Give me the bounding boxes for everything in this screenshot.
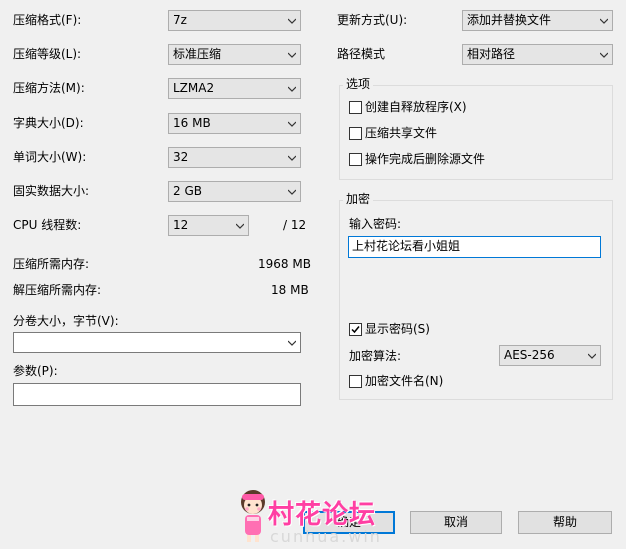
chevron-down-icon bbox=[288, 155, 296, 161]
method-select[interactable]: LZMA2 bbox=[168, 78, 301, 99]
threads-label: CPU 线程数: bbox=[13, 218, 82, 232]
level-label: 压缩等级(L): bbox=[13, 47, 82, 61]
chevron-down-icon bbox=[588, 353, 596, 359]
path-select[interactable]: 相对路径 bbox=[462, 44, 613, 65]
dict-value: 16 MB bbox=[173, 116, 211, 130]
checkmark-icon bbox=[351, 326, 360, 334]
chevron-down-icon bbox=[600, 18, 608, 24]
opt-shared-checkbox[interactable] bbox=[349, 127, 362, 140]
show-password-label: 显示密码(S) bbox=[365, 322, 430, 336]
dict-select[interactable]: 16 MB bbox=[168, 113, 301, 134]
split-select[interactable] bbox=[13, 332, 301, 353]
update-label: 更新方式(U): bbox=[337, 13, 408, 27]
dict-label: 字典大小(D): bbox=[13, 116, 84, 130]
word-value: 32 bbox=[173, 150, 189, 164]
format-value: 7z bbox=[173, 13, 187, 27]
chevron-down-icon bbox=[236, 223, 244, 229]
threads-max: / 12 bbox=[283, 218, 307, 232]
chevron-down-icon bbox=[288, 121, 296, 127]
update-select[interactable]: 添加并替换文件 bbox=[462, 10, 613, 31]
mem-compress-label: 压缩所需内存: bbox=[13, 257, 90, 271]
enc-method-label: 加密算法: bbox=[349, 349, 402, 363]
solid-select[interactable]: 2 GB bbox=[168, 181, 301, 202]
chevron-down-icon bbox=[288, 86, 296, 92]
opt-delete-label: 操作完成后删除源文件 bbox=[365, 152, 486, 166]
encryption-title: 加密 bbox=[343, 192, 374, 206]
split-label: 分卷大小，字节(V): bbox=[13, 314, 119, 328]
mem-compress-value: 1968 MB bbox=[258, 257, 311, 271]
mem-decompress-value: 18 MB bbox=[271, 283, 309, 297]
method-value: LZMA2 bbox=[173, 81, 215, 95]
opt-sfx-label: 创建自释放程序(X) bbox=[365, 100, 467, 114]
threads-value: 12 bbox=[173, 218, 189, 232]
word-select[interactable]: 32 bbox=[168, 147, 301, 168]
chevron-down-icon bbox=[288, 340, 296, 346]
enc-names-checkbox[interactable] bbox=[349, 375, 362, 388]
options-title: 选项 bbox=[343, 77, 374, 91]
threads-select[interactable]: 12 bbox=[168, 215, 249, 236]
level-select[interactable]: 标准压缩 bbox=[168, 44, 301, 65]
watermark-mascot bbox=[241, 490, 265, 542]
format-select[interactable]: 7z bbox=[168, 10, 301, 31]
method-label: 压缩方法(M): bbox=[13, 81, 85, 95]
chevron-down-icon bbox=[600, 52, 608, 58]
mem-decompress-label: 解压缩所需内存: bbox=[13, 283, 102, 297]
solid-label: 固实数据大小: bbox=[13, 184, 90, 198]
chevron-down-icon bbox=[288, 18, 296, 24]
solid-value: 2 GB bbox=[173, 184, 202, 198]
opt-delete-checkbox[interactable] bbox=[349, 153, 362, 166]
password-label: 输入密码: bbox=[349, 217, 402, 231]
watermark-text: 村花论坛 bbox=[268, 500, 377, 530]
show-password-checkbox[interactable] bbox=[349, 323, 362, 336]
path-value: 相对路径 bbox=[467, 47, 516, 61]
opt-shared-label: 压缩共享文件 bbox=[365, 126, 438, 140]
help-button[interactable]: 帮助 bbox=[518, 511, 612, 534]
enc-method-value: AES-256 bbox=[504, 348, 555, 362]
level-value: 标准压缩 bbox=[173, 47, 222, 61]
enc-method-select[interactable]: AES-256 bbox=[499, 345, 601, 366]
password-input[interactable]: 上村花论坛看小姐姐 bbox=[348, 236, 601, 258]
opt-sfx-checkbox[interactable] bbox=[349, 101, 362, 114]
cancel-button[interactable]: 取消 bbox=[410, 511, 502, 534]
params-input[interactable] bbox=[13, 383, 301, 406]
watermark-subtext: cunhua.win bbox=[270, 527, 382, 546]
update-value: 添加并替换文件 bbox=[467, 13, 552, 27]
params-label: 参数(P): bbox=[13, 364, 58, 378]
format-label: 压缩格式(F): bbox=[13, 13, 82, 27]
word-label: 单词大小(W): bbox=[13, 150, 87, 164]
chevron-down-icon bbox=[288, 52, 296, 58]
enc-names-label: 加密文件名(N) bbox=[365, 374, 444, 388]
path-label: 路径模式 bbox=[337, 47, 386, 61]
chevron-down-icon bbox=[288, 189, 296, 195]
